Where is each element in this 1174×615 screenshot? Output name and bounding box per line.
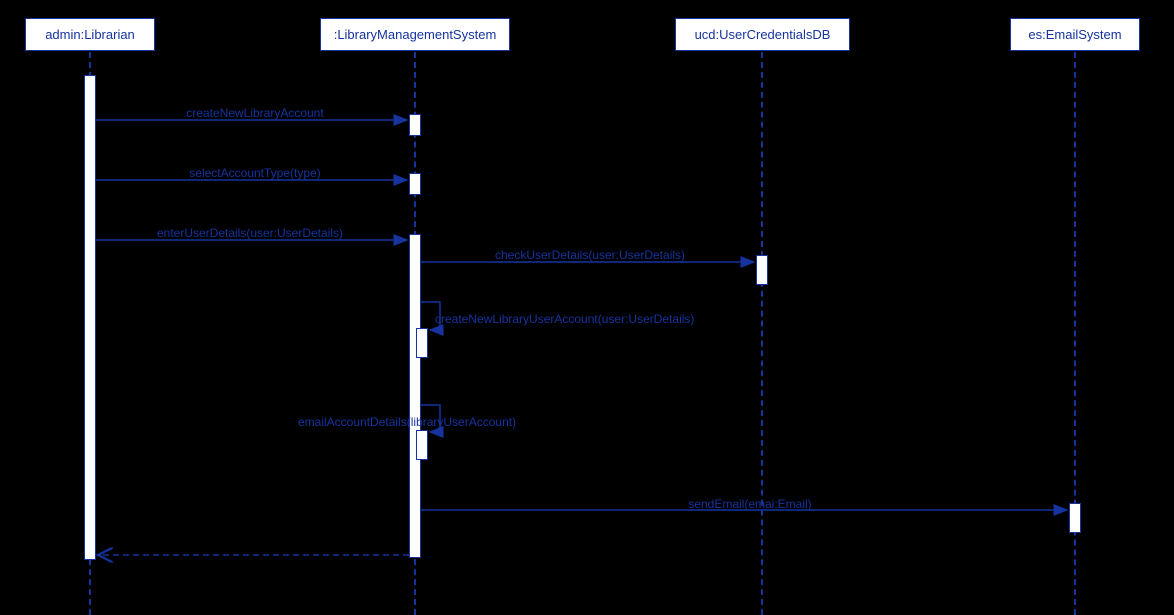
- lifeline-ucd: [761, 52, 763, 615]
- participant-es: es:EmailSystem: [1010, 18, 1140, 51]
- activation-lms-3: [409, 234, 421, 558]
- msg-label-7: sendEmail(emai:Email): [625, 497, 875, 511]
- msg-label-2: selectAccountType(type): [140, 166, 370, 180]
- msg-label-6: emailAccountDetails(libraryUserAccount): [298, 415, 516, 429]
- activation-admin: [84, 75, 96, 560]
- arrows-layer: [0, 0, 1174, 615]
- msg-label-4: checkUserDetails(user:UserDetails): [440, 248, 740, 262]
- participant-librarian: admin:Librarian: [25, 18, 155, 51]
- participant-ucd: ucd:UserCredentialsDB: [675, 18, 850, 51]
- msg-label-5: createNewLibraryUserAccount(user:UserDet…: [435, 312, 694, 326]
- activation-lms-1: [409, 114, 421, 136]
- participant-lms: :LibraryManagementSystem: [320, 18, 510, 51]
- activation-lms-self1: [416, 328, 428, 358]
- activation-lms-2: [409, 173, 421, 195]
- activation-lms-self2: [416, 430, 428, 460]
- activation-es: [1069, 503, 1081, 533]
- msg-label-1: createNewLibraryAccount: [140, 106, 370, 120]
- activation-ucd: [756, 255, 768, 285]
- msg-label-3: enterUserDetails(user:UserDetails): [100, 226, 400, 240]
